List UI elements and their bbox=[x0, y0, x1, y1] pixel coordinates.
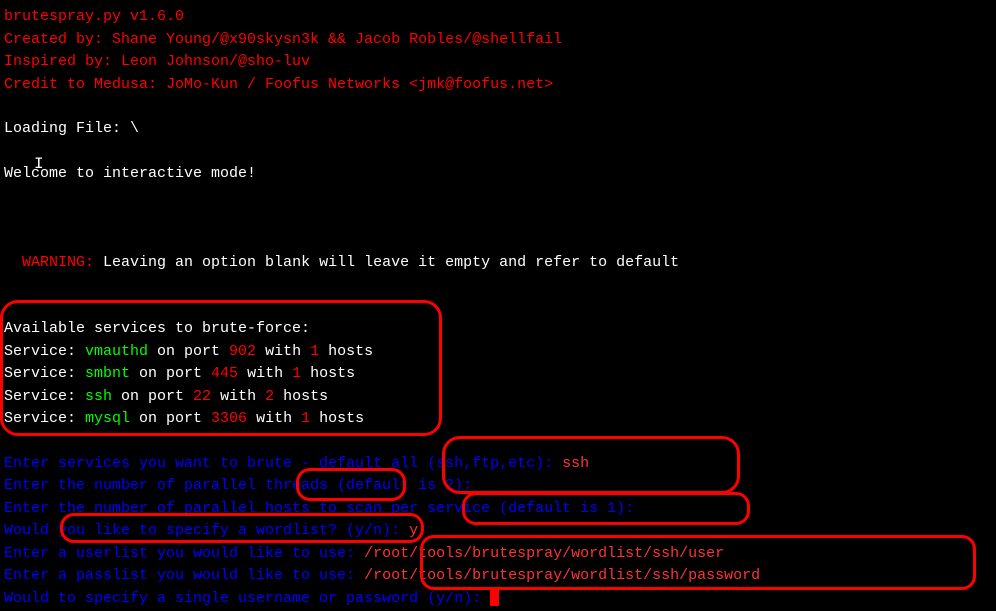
service-port: 445 bbox=[211, 365, 238, 382]
services-header: Available services to brute-force: bbox=[4, 318, 992, 341]
prompt-single-cred[interactable]: Would to specify a single username or pa… bbox=[4, 588, 992, 611]
prompt-services[interactable]: Enter services you want to brute - defau… bbox=[4, 453, 992, 476]
warning-label: WARNING: bbox=[22, 254, 94, 271]
warning-text: Leaving an option blank will leave it em… bbox=[94, 254, 679, 271]
prompt-answer: /root/tools/brutespray/wordlist/ssh/pass… bbox=[364, 567, 760, 584]
service-row: Service: vmauthd on port 902 with 1 host… bbox=[4, 341, 992, 364]
version-line: brutespray.py v1.6.0 bbox=[4, 6, 992, 29]
prompt-passlist[interactable]: Enter a passlist you would like to use: … bbox=[4, 565, 992, 588]
service-row: Service: mysql on port 3306 with 1 hosts bbox=[4, 408, 992, 431]
service-hosts: 1 bbox=[310, 343, 319, 360]
credit-line: Credit to Medusa: JoMo-Kun / Foofus Netw… bbox=[4, 74, 992, 97]
service-port: 22 bbox=[193, 388, 211, 405]
service-name: vmauthd bbox=[85, 343, 148, 360]
inspired-by-line: Inspired by: Leon Johnson/@sho-luv bbox=[4, 51, 992, 74]
loading-line: Loading File: \ bbox=[4, 118, 992, 141]
prompt-hosts[interactable]: Enter the number of parallel hosts to sc… bbox=[4, 498, 992, 521]
service-hosts: 2 bbox=[265, 388, 274, 405]
service-row: Service: ssh on port 22 with 2 hosts bbox=[4, 386, 992, 409]
prompt-answer: y bbox=[409, 522, 418, 539]
prompt-answer: ssh bbox=[562, 455, 589, 472]
text-cursor-icon: I bbox=[34, 152, 44, 176]
prompt-userlist[interactable]: Enter a userlist you would like to use: … bbox=[4, 543, 992, 566]
service-hosts: 1 bbox=[301, 410, 310, 427]
warning-line: WARNING: Leaving an option blank will le… bbox=[4, 229, 992, 274]
service-name: ssh bbox=[85, 388, 112, 405]
service-name: smbnt bbox=[85, 365, 130, 382]
welcome-line: Welcome to interactive mode! bbox=[4, 163, 992, 186]
service-port: 3306 bbox=[211, 410, 247, 427]
service-row: Service: smbnt on port 445 with 1 hosts bbox=[4, 363, 992, 386]
prompt-threads[interactable]: Enter the number of parallel threads (de… bbox=[4, 475, 992, 498]
header-block: brutespray.py v1.6.0 Created by: Shane Y… bbox=[4, 6, 992, 96]
service-name: mysql bbox=[85, 410, 130, 427]
created-by-line: Created by: Shane Young/@x90skysn3k && J… bbox=[4, 29, 992, 52]
prompt-wordlist[interactable]: Would you like to specify a wordlist? (y… bbox=[4, 520, 992, 543]
cursor-block-icon bbox=[490, 590, 499, 606]
service-port: 902 bbox=[229, 343, 256, 360]
prompt-answer: /root/tools/brutespray/wordlist/ssh/user bbox=[364, 545, 724, 562]
service-hosts: 1 bbox=[292, 365, 301, 382]
